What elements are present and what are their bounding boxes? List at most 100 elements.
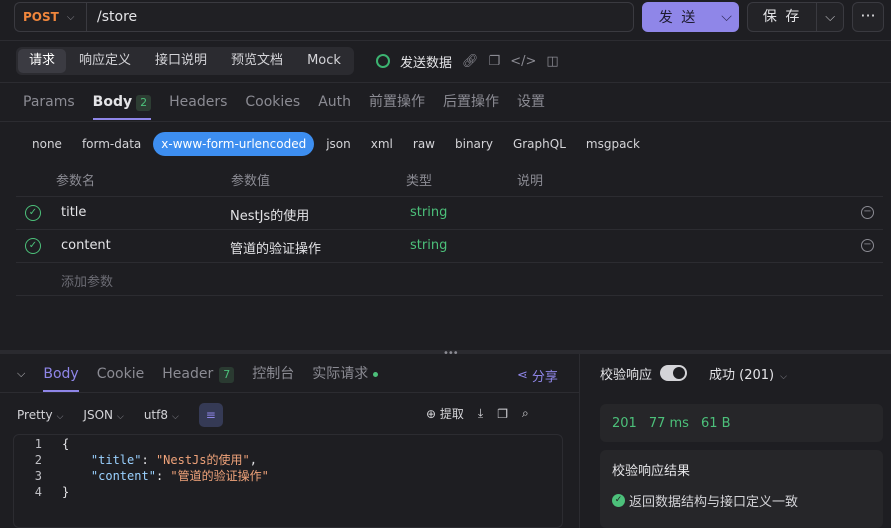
- code-line: 4 }: [14, 484, 562, 500]
- validation-header: 校验响应 成功 (201) ⌵: [600, 362, 787, 384]
- extract-icon: ⊕: [426, 407, 437, 421]
- validate-label: 校验响应: [600, 367, 653, 383]
- wrap-lines-icon[interactable]: ≡: [198, 403, 223, 427]
- status-select[interactable]: 成功 (201) ⌵: [709, 364, 787, 383]
- extract-button[interactable]: ⊕ 提取: [426, 405, 464, 422]
- remove-icon[interactable]: −: [861, 239, 874, 252]
- collapse-chevron-icon[interactable]: ⌵: [17, 367, 25, 381]
- body-type-form-data[interactable]: form-data: [74, 132, 149, 156]
- check-icon[interactable]: ✓: [25, 205, 41, 221]
- divider: [0, 121, 891, 122]
- url-input[interactable]: /store: [86, 2, 634, 32]
- globe-icon: [376, 54, 390, 68]
- response-code-view[interactable]: 1 { 2 "title": "NestJs的使用", 3 "content":…: [13, 434, 563, 528]
- tab-response-definition[interactable]: 响应定义: [68, 49, 142, 73]
- tab-label: Auth: [318, 94, 352, 110]
- save-button[interactable]: 保 存 ⌵: [747, 2, 844, 32]
- more-button[interactable]: ···: [852, 2, 884, 32]
- param-type[interactable]: string: [410, 205, 447, 220]
- action-bar: 发送数据 🔗︎ ❐ </> ◫: [376, 50, 559, 72]
- tab-label: Headers: [169, 94, 228, 110]
- body-type-raw[interactable]: raw: [405, 132, 443, 156]
- tab-label: 控制台: [252, 366, 295, 382]
- chevron-down-icon[interactable]: ⌵: [714, 9, 739, 25]
- divider: [0, 392, 579, 393]
- download-icon[interactable]: ⤓: [478, 406, 483, 421]
- chevron-down-icon: ⌵: [56, 412, 64, 422]
- body-type-json[interactable]: json: [318, 132, 359, 156]
- tab-label: 后置操作: [443, 94, 500, 110]
- chevron-down-icon: ⌵: [117, 412, 124, 422]
- column-header-description: 说明: [517, 174, 544, 189]
- count-badge: 7: [219, 367, 235, 383]
- validate-toggle[interactable]: [660, 365, 688, 381]
- param-name[interactable]: title: [61, 205, 86, 220]
- send-data-link[interactable]: 发送数据: [400, 52, 452, 71]
- tab-pre-ops[interactable]: 前置操作: [369, 84, 425, 120]
- tab-label: Header: [162, 366, 214, 382]
- encoding-select[interactable]: utf8 ⌵: [144, 408, 179, 422]
- copy-icon[interactable]: ❐: [497, 407, 508, 421]
- count-badge: 2: [136, 95, 152, 111]
- param-value[interactable]: 管道的验证操作: [230, 238, 321, 257]
- code-text: "content": "管道的验证操作": [90, 469, 269, 483]
- table-row: ✓ content 管道的验证操作 string −: [16, 230, 883, 263]
- top-tabs: 请求 响应定义 接口说明 预览文档 Mock: [16, 47, 354, 75]
- param-value[interactable]: NestJs的使用: [230, 205, 309, 224]
- language-select[interactable]: JSON ⌵: [83, 408, 123, 422]
- tab-headers[interactable]: Headers: [169, 84, 227, 120]
- tab-response-cookie[interactable]: Cookie: [97, 356, 145, 392]
- tab-mock[interactable]: Mock: [296, 49, 352, 73]
- body-type-urlencoded[interactable]: x-www-form-urlencoded: [153, 132, 315, 156]
- tab-body[interactable]: Body 2: [92, 84, 152, 120]
- json-value: "管道的验证操作": [170, 469, 269, 483]
- add-param-input[interactable]: 添加参数: [61, 271, 113, 290]
- tab-actual-request[interactable]: 实际请求: [312, 356, 379, 392]
- panel-icon[interactable]: ◫: [546, 54, 558, 69]
- code-icon[interactable]: </>: [510, 54, 536, 69]
- body-type-msgpack[interactable]: msgpack: [578, 132, 648, 156]
- body-type-xml[interactable]: xml: [363, 132, 401, 156]
- param-type[interactable]: string: [410, 238, 447, 253]
- tab-auth[interactable]: Auth: [318, 84, 351, 120]
- link-icon[interactable]: 🔗︎: [462, 54, 479, 69]
- tab-preview-docs[interactable]: 预览文档: [220, 49, 294, 73]
- param-name[interactable]: content: [61, 238, 111, 253]
- body-type-none[interactable]: none: [24, 132, 70, 156]
- tab-response-body[interactable]: Body: [43, 356, 80, 392]
- drag-handle-icon[interactable]: •••: [443, 348, 459, 359]
- share-icon: ⋖: [517, 368, 528, 383]
- send-button[interactable]: 发 送 ⌵: [642, 2, 739, 32]
- extract-label: 提取: [439, 407, 464, 421]
- save-label: 保 存: [748, 3, 818, 31]
- tab-post-ops[interactable]: 后置操作: [443, 84, 499, 120]
- search-icon[interactable]: ⌕: [522, 406, 529, 421]
- method-selector[interactable]: POST ⌵: [14, 2, 86, 32]
- pretty-select[interactable]: Pretty ⌵: [17, 408, 63, 422]
- tab-response-header[interactable]: Header 7: [162, 356, 235, 392]
- status-code: 201: [612, 415, 637, 431]
- remove-icon[interactable]: −: [861, 206, 874, 219]
- tab-settings[interactable]: 设置: [517, 84, 545, 120]
- tab-label: Body: [92, 94, 133, 110]
- method-label: POST: [23, 10, 59, 24]
- chevron-down-icon[interactable]: ⌵: [817, 10, 843, 25]
- send-label: 发 送: [658, 10, 698, 26]
- tab-api-description[interactable]: 接口说明: [144, 49, 218, 73]
- tab-label: 设置: [517, 94, 546, 110]
- response-time: 77 ms: [648, 415, 689, 431]
- validation-result: 校验响应结果 ✓ 返回数据结构与接口定义一致: [600, 450, 883, 528]
- tab-label: Body: [43, 366, 79, 382]
- check-icon[interactable]: ✓: [25, 238, 41, 254]
- body-type-graphql[interactable]: GraphQL: [505, 132, 574, 156]
- tab-console[interactable]: 控制台: [252, 356, 294, 392]
- tab-request[interactable]: 请求: [18, 49, 67, 73]
- divider: [0, 40, 891, 41]
- json-key: "title": [90, 453, 142, 467]
- tab-cookies[interactable]: Cookies: [245, 84, 300, 120]
- copy-icon[interactable]: ❐: [489, 54, 501, 69]
- share-button[interactable]: ⋖ 分享: [517, 366, 558, 385]
- response-tools: ⊕ 提取 ⤓ ❐ ⌕: [426, 405, 529, 422]
- tab-params[interactable]: Params: [23, 84, 75, 120]
- body-type-binary[interactable]: binary: [447, 132, 501, 156]
